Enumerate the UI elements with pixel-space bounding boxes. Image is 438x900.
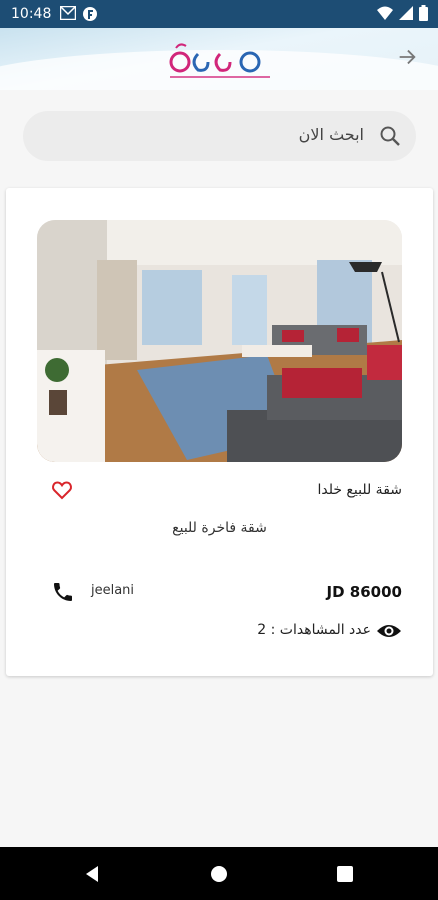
listing-photo[interactable] <box>37 220 402 462</box>
back-arrow-icon[interactable] <box>396 46 418 68</box>
battery-icon <box>419 5 428 21</box>
heart-outline-icon[interactable] <box>50 478 74 502</box>
gmail-notification-icon <box>60 6 76 20</box>
listing-card[interactable]: شقة للبيع خلدا شقة فاخرة للبيع jeelani J… <box>6 188 433 676</box>
signal-icon <box>399 6 413 20</box>
eye-icon <box>377 625 401 637</box>
system-nav-bar <box>0 847 438 900</box>
nav-home-icon[interactable] <box>208 863 230 885</box>
status-time: 10:48 <box>11 6 52 22</box>
listing-title: شقة للبيع خلدا <box>317 482 402 498</box>
search-bar[interactable]: ابحث الان <box>23 111 416 161</box>
wifi-icon <box>377 6 393 20</box>
phone-icon[interactable] <box>51 580 75 604</box>
nav-back-icon[interactable] <box>82 863 104 885</box>
search-placeholder: ابحث الان <box>298 125 364 144</box>
listing-price: JD 86000 <box>326 583 402 601</box>
status-bar: 10:48 <box>0 0 438 28</box>
app-logo <box>169 43 270 78</box>
search-icon[interactable] <box>378 124 402 148</box>
owner-name: jeelani <box>91 583 135 598</box>
app-header <box>0 28 438 90</box>
listing-subtitle: شقة فاخرة للبيع <box>172 520 267 536</box>
nav-recents-icon[interactable] <box>334 863 356 885</box>
app-notification-icon <box>83 7 97 21</box>
views-count: عدد المشاهدات : 2 <box>257 622 371 638</box>
